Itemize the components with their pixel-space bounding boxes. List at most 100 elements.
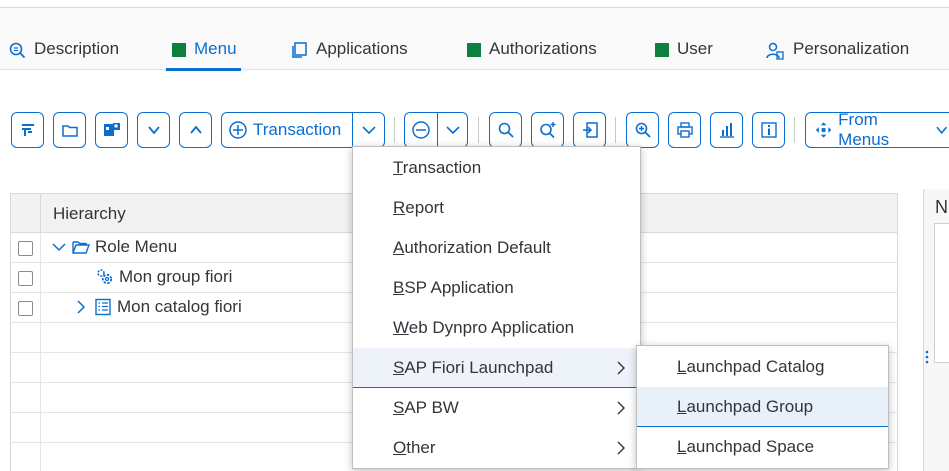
chevron-right-icon[interactable] (73, 299, 89, 315)
chevron-down-icon (935, 126, 947, 135)
toolbar-separator (478, 117, 479, 143)
tab-applications[interactable]: Applications (290, 37, 408, 71)
remove-button[interactable] (405, 113, 437, 147)
tree-node-catalog[interactable]: Mon catalog fiori (73, 297, 242, 317)
row-select[interactable] (11, 383, 41, 413)
print-button[interactable] (668, 112, 701, 148)
tree-node-group[interactable]: Mon group fiori (95, 267, 232, 287)
tree-node-label: Role Menu (95, 237, 178, 256)
info-button[interactable] (752, 112, 785, 148)
row-select[interactable] (11, 413, 41, 443)
transaction-dropdown-button[interactable] (352, 113, 384, 147)
right-panel-content (934, 223, 949, 363)
menu-item-label: BSP Application (393, 278, 514, 297)
remove-circle-icon (412, 121, 430, 139)
menu-item-label: Other (393, 438, 436, 457)
row-select[interactable] (11, 323, 41, 353)
info-icon (760, 122, 777, 138)
folder-button[interactable] (53, 112, 86, 148)
search-plus-icon (539, 122, 555, 139)
select-column-header[interactable] (11, 194, 41, 233)
printer-icon (676, 122, 693, 138)
from-menus-button[interactable]: From Menus (805, 110, 949, 149)
menu-item-label: Transaction (393, 158, 482, 177)
tab-description[interactable]: Description (8, 37, 119, 71)
resize-handle-icon[interactable] (925, 349, 929, 365)
menu-item-authorization-default[interactable]: Authorization Default (353, 228, 640, 268)
tab-personalization-label: Personalization (793, 39, 910, 58)
person-settings-icon (766, 42, 784, 60)
hierarchy-button[interactable] (11, 112, 44, 148)
row-select[interactable] (11, 443, 41, 471)
find-button[interactable] (489, 112, 522, 148)
right-panel: N (923, 189, 949, 471)
tab-description-label: Description (34, 39, 120, 58)
chart-button[interactable] (710, 112, 743, 148)
menu-item-sap-fiori-launchpad[interactable]: SAP Fiori Launchpad (353, 348, 640, 388)
chevron-down-icon[interactable] (51, 239, 67, 255)
move-up-button[interactable] (179, 112, 212, 148)
hierarchy-column-header: Hierarchy (53, 204, 126, 223)
chevron-right-icon (617, 401, 625, 415)
zoom-in-icon (635, 122, 651, 138)
gears-icon (97, 269, 113, 285)
chevron-down-icon (446, 126, 460, 135)
row-checkbox[interactable] (18, 240, 33, 256)
find-next-button[interactable] (531, 112, 564, 148)
search-doc-icon (9, 42, 26, 59)
row-checkbox[interactable] (18, 270, 33, 286)
green-square-icon (172, 43, 186, 57)
row-select[interactable] (11, 233, 41, 263)
move-down-button[interactable] (137, 112, 170, 148)
transaction-dropdown-menu: Transaction Report Authorization Default… (352, 146, 641, 469)
tab-strip: Description Menu Applications Authorizat… (0, 8, 949, 71)
right-panel-title: N (935, 197, 948, 217)
import-button[interactable] (573, 112, 606, 148)
menu-item-label: SAP BW (393, 398, 459, 417)
row-checkbox[interactable] (18, 300, 33, 316)
tab-applications-label: Applications (316, 39, 408, 58)
menu-item-label: Authorization Default (393, 238, 551, 257)
tab-user-label: User (677, 39, 713, 58)
tab-personalization[interactable]: Personalization (765, 37, 909, 71)
submenu-item-launchpad-space[interactable]: Launchpad Space (637, 427, 888, 467)
menu-item-sap-bw[interactable]: SAP BW (353, 388, 640, 428)
tab-menu[interactable]: Menu (166, 37, 241, 71)
tree-node-label: Mon catalog fiori (117, 297, 242, 316)
menu-item-transaction[interactable]: Transaction (353, 148, 640, 188)
chevron-right-icon (617, 361, 625, 375)
menu-item-report[interactable]: Report (353, 188, 640, 228)
add-circle-icon (229, 121, 247, 139)
submenu-item-label: Launchpad Catalog (677, 357, 825, 376)
row-select[interactable] (11, 353, 41, 383)
import-doc-icon (582, 122, 598, 138)
tab-authorizations-label: Authorizations (489, 39, 597, 58)
row-select[interactable] (11, 263, 41, 293)
tree-node-role-menu[interactable]: Role Menu (51, 237, 177, 257)
tab-user[interactable]: User (655, 37, 713, 71)
submenu-item-label: Launchpad Group (677, 396, 814, 416)
zoom-button[interactable] (626, 112, 659, 148)
structure-button[interactable] (95, 112, 128, 148)
folder-icon (61, 125, 78, 137)
menu-item-web-dynpro-application[interactable]: Web Dynpro Application (353, 308, 640, 348)
from-menus-label: From Menus (838, 110, 890, 149)
move-arrows-icon (815, 122, 832, 138)
submenu-item-launchpad-group[interactable]: Launchpad Group (637, 387, 888, 427)
remove-split-button (404, 112, 468, 148)
remove-dropdown-button[interactable] (437, 113, 468, 147)
submenu-item-launchpad-catalog[interactable]: Launchpad Catalog (637, 347, 888, 387)
toolbar-separator (394, 117, 395, 143)
menu-item-label: Report (393, 198, 445, 217)
transaction-button-label: Transaction (253, 120, 342, 139)
menu-item-other[interactable]: Other (353, 428, 640, 468)
chevron-down-icon (147, 126, 160, 135)
structure-icon (103, 123, 120, 136)
top-bar (0, 0, 949, 8)
tab-authorizations[interactable]: Authorizations (467, 37, 597, 71)
toolbar-separator (615, 117, 616, 143)
menu-item-bsp-application[interactable]: BSP Application (353, 268, 640, 308)
menu-item-label: Web Dynpro Application (393, 318, 575, 337)
transaction-button[interactable]: Transaction (222, 113, 352, 147)
row-select[interactable] (11, 293, 41, 323)
